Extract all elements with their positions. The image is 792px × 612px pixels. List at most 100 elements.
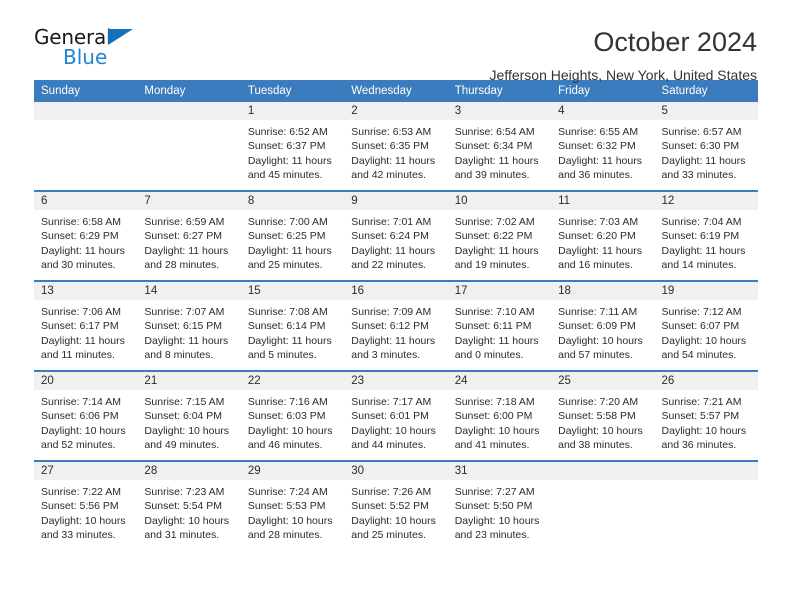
calendar-day-cell[interactable]: 11 Sunrise: 7:03 AM Sunset: 6:20 PM Dayligh… [551,190,655,281]
day-number: 10 [447,192,552,210]
day-number [654,462,758,480]
sunset-time: Sunset: 5:54 PM [144,500,223,513]
calendar-body: 1 Sunrise: 6:52 AM Sunset: 6:37 PM Daylight… [34,102,758,550]
day-cell-content: 18 Sunrise: 7:11 AM Sunset: 6:09 PM Dayligh… [551,282,655,370]
daylight-duration-line1: Daylight: 10 hours [41,424,126,437]
daylight-duration-line1: Daylight: 11 hours [41,244,125,257]
daylight-duration-line1: Daylight: 10 hours [558,334,643,347]
day-sun-info: Sunrise: 7:21 AM Sunset: 5:57 PM Daylight:… [655,390,758,453]
daylight-duration-line2: and 31 minutes. [144,529,220,542]
calendar-day-cell[interactable]: 24 Sunrise: 7:18 AM Sunset: 6:00 PM Dayligh… [447,370,552,461]
day-number: 30 [344,462,448,480]
sunset-time: Sunset: 6:01 PM [351,410,429,423]
sunset-time: Sunset: 6:24 PM [351,230,429,243]
weekday-header-sunday: Sunday [34,80,138,102]
calendar-day-cell[interactable]: 20 Sunrise: 7:14 AM Sunset: 6:06 PM Dayligh… [34,370,138,461]
day-sun-info: Sunrise: 7:27 AM Sunset: 5:50 PM Daylight:… [448,480,551,543]
sunset-time: Sunset: 6:27 PM [144,230,223,243]
calendar-day-cell[interactable]: 29 Sunrise: 7:24 AM Sunset: 5:53 PM Dayligh… [240,460,345,550]
calendar-week-row: 1 Sunrise: 6:52 AM Sunset: 6:37 PM Daylight… [34,102,758,191]
daylight-duration-line1: Daylight: 10 hours [661,334,747,347]
calendar-day-cell[interactable]: 19 Sunrise: 7:12 AM Sunset: 6:07 PM Dayligh… [654,280,758,371]
day-cell-content: 7 Sunrise: 6:59 AM Sunset: 6:27 PM Daylight… [137,192,241,280]
daylight-duration-line2: and 5 minutes. [247,349,317,362]
calendar-day-cell[interactable]: 21 Sunrise: 7:15 AM Sunset: 6:04 PM Dayligh… [137,370,241,461]
calendar-day-cell[interactable]: 5 Sunrise: 6:57 AM Sunset: 6:30 PM Daylight… [654,102,758,191]
calendar-day-cell[interactable]: 22 Sunrise: 7:16 AM Sunset: 6:03 PM Dayligh… [240,370,345,461]
day-number: 8 [240,192,345,210]
day-sun-info: Sunrise: 7:22 AM Sunset: 5:56 PM Daylight:… [34,480,137,543]
day-number: 15 [240,282,345,300]
day-number: 11 [551,192,655,210]
daylight-duration-line1: Daylight: 10 hours [41,514,126,527]
sunset-time: Sunset: 5:58 PM [558,410,636,423]
calendar-day-cell[interactable]: 9 Sunrise: 7:01 AM Sunset: 6:24 PM Daylight… [344,190,448,281]
sunrise-time: Sunrise: 7:21 AM [661,396,742,408]
day-cell-content: 6 Sunrise: 6:58 AM Sunset: 6:29 PM Daylight… [34,192,138,280]
sunrise-time: Sunrise: 7:09 AM [351,306,432,318]
calendar-day-cell[interactable]: 31 Sunrise: 7:27 AM Sunset: 5:50 PM Dayligh… [447,460,552,550]
daylight-duration-line1: Daylight: 10 hours [247,514,333,527]
calendar-day-cell[interactable]: 17 Sunrise: 7:10 AM Sunset: 6:11 PM Dayligh… [447,280,552,371]
daylight-duration-line2: and 46 minutes. [247,439,323,452]
calendar-day-cell[interactable]: 12 Sunrise: 7:04 AM Sunset: 6:19 PM Dayligh… [654,190,758,281]
daylight-duration-line1: Daylight: 11 hours [144,334,229,347]
calendar-day-cell[interactable]: 8 Sunrise: 7:00 AM Sunset: 6:25 PM Daylight… [240,190,345,281]
weekday-header-monday: Monday [137,80,241,102]
day-number: 24 [447,372,552,390]
daylight-duration-line1: Daylight: 11 hours [558,154,642,167]
daylight-duration-line1: Daylight: 11 hours [247,334,332,347]
day-number: 2 [344,102,448,120]
calendar-day-cell[interactable]: 14 Sunrise: 7:07 AM Sunset: 6:15 PM Dayligh… [137,280,241,371]
sunset-time: Sunset: 6:22 PM [454,230,533,243]
sunrise-time: Sunrise: 7:27 AM [454,486,535,498]
sunrise-time: Sunrise: 7:03 AM [558,216,639,228]
calendar-day-cell[interactable]: 3 Sunrise: 6:54 AM Sunset: 6:34 PM Daylight… [447,102,552,191]
calendar-day-cell[interactable]: 30 Sunrise: 7:26 AM Sunset: 5:52 PM Dayligh… [344,460,448,550]
calendar-day-cell[interactable]: 1 Sunrise: 6:52 AM Sunset: 6:37 PM Daylight… [240,102,345,191]
page-title: October 2024 [593,27,757,57]
calendar-day-cell[interactable]: 23 Sunrise: 7:17 AM Sunset: 6:01 PM Dayligh… [344,370,448,461]
sunset-time: Sunset: 6:04 PM [144,410,223,423]
day-cell-content: 14 Sunrise: 7:07 AM Sunset: 6:15 PM Dayligh… [137,282,241,370]
sunset-time: Sunset: 6:17 PM [41,320,119,333]
day-cell-content: 13 Sunrise: 7:06 AM Sunset: 6:17 PM Dayligh… [34,282,138,370]
day-cell-content: 19 Sunrise: 7:12 AM Sunset: 6:07 PM Dayligh… [654,282,758,370]
calendar-day-cell[interactable]: 6 Sunrise: 6:58 AM Sunset: 6:29 PM Daylight… [34,190,138,281]
calendar-day-cell[interactable]: 7 Sunrise: 6:59 AM Sunset: 6:27 PM Daylight… [137,190,241,281]
day-sun-info: Sunrise: 7:02 AM Sunset: 6:22 PM Daylight:… [448,210,551,273]
daylight-duration-line1: Daylight: 11 hours [454,244,539,257]
sunset-time: Sunset: 6:07 PM [661,320,740,333]
daylight-duration-line2: and 41 minutes. [454,439,530,452]
daylight-duration-line1: Daylight: 10 hours [454,514,540,527]
calendar-day-cell[interactable]: 26 Sunrise: 7:21 AM Sunset: 5:57 PM Dayligh… [654,370,758,461]
sunrise-time: Sunrise: 6:58 AM [41,216,121,228]
day-number: 27 [34,462,138,480]
daylight-duration-line2: and 8 minutes. [144,349,214,362]
day-number: 3 [447,102,552,120]
daylight-duration-line2: and 28 minutes. [144,259,220,272]
day-sun-info: Sunrise: 7:11 AM Sunset: 6:09 PM Daylight:… [551,300,654,363]
sunrise-time: Sunrise: 7:08 AM [247,306,328,318]
calendar-day-cell[interactable]: 2 Sunrise: 6:53 AM Sunset: 6:35 PM Daylight… [344,102,448,191]
sunset-time: Sunset: 6:03 PM [247,410,326,423]
day-cell-content [551,462,655,550]
calendar-day-cell[interactable]: 27 Sunrise: 7:22 AM Sunset: 5:56 PM Dayligh… [34,460,138,550]
calendar-day-cell[interactable]: 28 Sunrise: 7:23 AM Sunset: 5:54 PM Dayligh… [137,460,241,550]
day-cell-content [137,102,241,190]
general-blue-logo[interactable]: General Blue [34,26,154,72]
calendar-day-cell[interactable]: 10 Sunrise: 7:02 AM Sunset: 6:22 PM Dayligh… [447,190,552,281]
day-cell-content: 9 Sunrise: 7:01 AM Sunset: 6:24 PM Daylight… [344,192,448,280]
calendar-day-cell[interactable]: 25 Sunrise: 7:20 AM Sunset: 5:58 PM Dayligh… [551,370,655,461]
daylight-duration-line2: and 52 minutes. [41,439,116,452]
day-number [551,462,655,480]
day-cell-content: 4 Sunrise: 6:55 AM Sunset: 6:32 PM Daylight… [551,102,655,190]
daylight-duration-line2: and 11 minutes. [41,349,115,362]
calendar-day-cell [137,102,241,191]
sunrise-time: Sunrise: 6:52 AM [247,126,328,138]
calendar-day-cell[interactable]: 4 Sunrise: 6:55 AM Sunset: 6:32 PM Daylight… [551,102,655,191]
calendar-day-cell[interactable]: 18 Sunrise: 7:11 AM Sunset: 6:09 PM Dayligh… [551,280,655,371]
calendar-day-cell[interactable]: 16 Sunrise: 7:09 AM Sunset: 6:12 PM Dayligh… [344,280,448,371]
calendar-day-cell[interactable]: 15 Sunrise: 7:08 AM Sunset: 6:14 PM Dayligh… [240,280,345,371]
calendar-day-cell[interactable]: 13 Sunrise: 7:06 AM Sunset: 6:17 PM Dayligh… [34,280,138,371]
